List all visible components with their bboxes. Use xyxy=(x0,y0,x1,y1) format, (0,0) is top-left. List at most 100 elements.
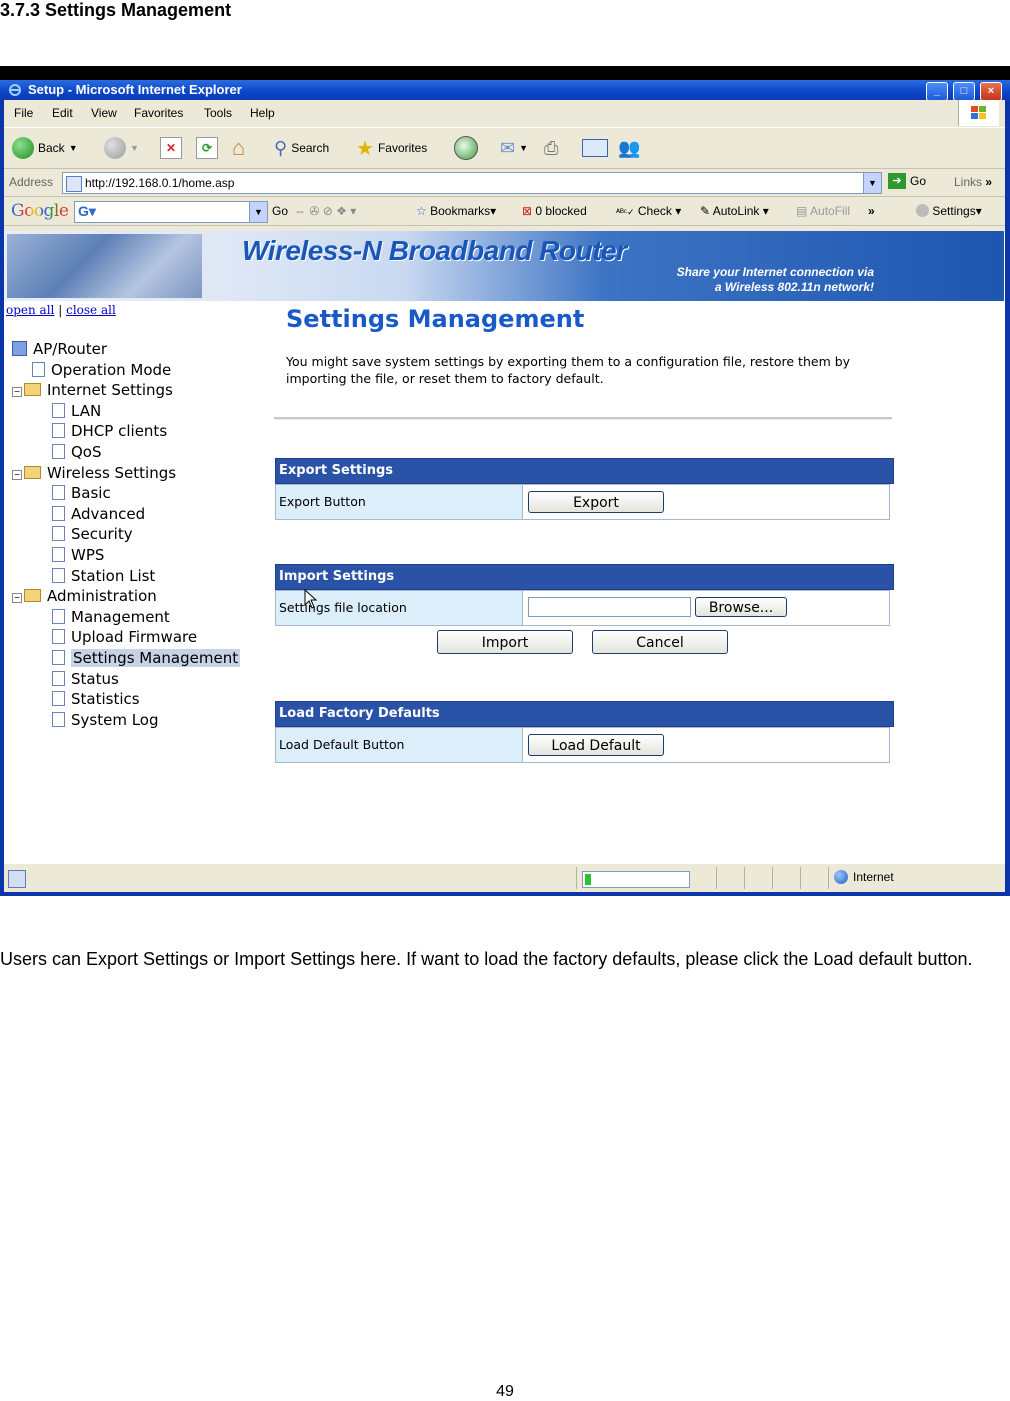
history-button[interactable] xyxy=(454,136,478,160)
go-label: Go xyxy=(910,174,927,188)
google-settings-button[interactable]: Settings▾ xyxy=(916,204,982,218)
tree-item[interactable]: System Log xyxy=(52,710,159,730)
tree-item[interactable]: DHCP clients xyxy=(52,421,167,441)
popup-blocker[interactable]: ⊠ 0 blocked xyxy=(522,204,587,218)
load-default-button[interactable]: Load Default xyxy=(528,734,664,756)
close-button[interactable]: × xyxy=(980,82,1002,101)
tree-item-label: Basic xyxy=(71,484,111,503)
tree-item[interactable]: − Administration xyxy=(12,586,157,606)
back-arrow-icon xyxy=(12,137,34,159)
tree-item[interactable]: QoS xyxy=(52,442,102,462)
tree-item[interactable]: LAN xyxy=(52,401,101,421)
tree-item-label: Security xyxy=(71,525,133,544)
tree-item[interactable]: − Wireless Settings xyxy=(12,463,176,483)
google-tools-icons[interactable]: ⇔ ✇ ⊘ ❖ ▾ xyxy=(294,204,356,218)
tree-item[interactable]: − Internet Settings xyxy=(12,380,173,400)
cancel-button[interactable]: Cancel xyxy=(592,630,728,654)
browse-button[interactable]: Browse... xyxy=(695,597,787,617)
menu-tools[interactable]: Tools xyxy=(204,106,232,120)
page-icon xyxy=(52,567,65,583)
refresh-button[interactable]: ⟳ xyxy=(196,136,218,160)
tree-item-label: Management xyxy=(71,607,170,626)
menu-favorites[interactable]: Favorites xyxy=(134,106,183,120)
import-row: Settings file location Browse... xyxy=(275,590,891,626)
favorites-button[interactable]: ★ Favorites xyxy=(356,136,427,160)
status-separator xyxy=(828,867,829,889)
links-button[interactable]: Links » xyxy=(954,175,992,189)
home-button[interactable]: ⌂ xyxy=(232,135,246,160)
google-logo: Google xyxy=(11,201,69,221)
chevron-right-icon[interactable]: » xyxy=(868,204,875,218)
banner-title: Wireless-N Broadband Router xyxy=(242,235,627,266)
back-label: Back xyxy=(38,141,65,155)
content-description: You might save system settings by export… xyxy=(286,354,851,386)
chevron-down-icon[interactable]: ▼ xyxy=(249,202,267,222)
tree-item[interactable]: Operation Mode xyxy=(32,360,171,380)
address-url: http://192.168.0.1/home.asp xyxy=(85,176,235,190)
standard-toolbar: Back ▼ ▼ ✕ ⟳ ⌂ ⚲ Search ★ Favorites ✉ ▼ … xyxy=(4,127,1005,169)
page-icon xyxy=(52,444,65,459)
mail-button[interactable]: ✉ ▼ xyxy=(500,136,528,160)
tree-item-label: Upload Firmware xyxy=(71,628,198,647)
google-search-input[interactable]: G▾ ▼ xyxy=(74,201,268,223)
page-icon xyxy=(52,423,65,439)
tree-item-label: Station List xyxy=(71,566,156,585)
autolink-button[interactable]: ✎ AutoLink ▾ xyxy=(700,204,769,218)
address-input[interactable]: http://192.168.0.1/home.asp ▼ xyxy=(62,172,882,194)
chevron-down-icon: ▼ xyxy=(68,143,78,153)
tree-item[interactable]: Status xyxy=(52,669,119,689)
tree-item[interactable]: Settings Management xyxy=(52,648,241,668)
page-icon xyxy=(52,485,65,501)
mail-icon: ✉ xyxy=(500,137,516,158)
collapse-toggle-icon[interactable]: − xyxy=(12,593,22,604)
menu-help[interactable]: Help xyxy=(250,106,275,120)
banner-subtitle: Share your Internet connection via a Wir… xyxy=(677,265,874,295)
spellcheck-button[interactable]: ᴬᴮᶜ✓ Check ▾ xyxy=(616,204,681,218)
close-all-link[interactable]: close all xyxy=(66,303,116,317)
collapse-toggle-icon[interactable]: − xyxy=(12,469,22,480)
stop-button[interactable]: ✕ xyxy=(160,136,182,160)
page-icon xyxy=(52,608,65,624)
print-button[interactable]: ⎙ xyxy=(544,136,558,160)
menu-view[interactable]: View xyxy=(91,106,117,120)
maximize-button[interactable]: □ xyxy=(953,82,975,101)
tree-item[interactable]: Basic xyxy=(52,483,111,503)
chevron-right-icon: » xyxy=(985,175,993,189)
mouse-pointer-icon xyxy=(304,589,318,609)
search-button[interactable]: ⚲ Search xyxy=(274,136,329,160)
favorites-label: Favorites xyxy=(377,141,428,155)
tree-item[interactable]: Station List xyxy=(52,566,155,586)
messenger-button[interactable]: 👥 xyxy=(618,136,640,160)
bookmarks-button[interactable]: ☆ Bookmarks▾ xyxy=(416,204,496,218)
forward-button[interactable]: ▼ xyxy=(104,136,139,160)
minimize-button[interactable]: _ xyxy=(926,82,948,101)
settings-file-input[interactable] xyxy=(528,597,691,617)
tree-item[interactable]: Management xyxy=(52,607,170,627)
bookmarks-label: Bookmarks xyxy=(430,204,491,218)
export-settings-heading: Export Settings xyxy=(275,458,894,484)
collapse-toggle-icon[interactable]: − xyxy=(12,387,22,398)
tree-item[interactable]: AP/Router xyxy=(12,339,107,359)
tree-item[interactable]: Advanced xyxy=(52,504,145,524)
home-icon: ⌂ xyxy=(232,135,246,160)
menu-edit[interactable]: Edit xyxy=(52,106,73,120)
go-arrow-icon: ➔ xyxy=(888,173,906,189)
tree-item[interactable]: WPS xyxy=(52,545,104,565)
go-button[interactable]: ➔ Go xyxy=(888,173,926,189)
autolink-icon: ✎ xyxy=(700,204,711,218)
menu-file[interactable]: File xyxy=(14,106,33,120)
edit-button[interactable] xyxy=(582,136,608,160)
page-icon xyxy=(32,361,45,377)
chevron-down-icon[interactable]: ▼ xyxy=(863,173,881,193)
tree-item[interactable]: Statistics xyxy=(52,689,140,709)
google-go-button[interactable]: Go xyxy=(272,204,288,218)
back-button[interactable]: Back ▼ xyxy=(12,136,78,160)
tree-item-label: Internet Settings xyxy=(47,381,173,400)
ie-logo-icon xyxy=(9,84,21,96)
open-all-link[interactable]: open all xyxy=(6,303,54,317)
import-button[interactable]: Import xyxy=(437,630,573,654)
export-button[interactable]: Export xyxy=(528,491,664,513)
tree-item[interactable]: Security xyxy=(52,524,133,544)
tree-item[interactable]: Upload Firmware xyxy=(52,627,197,647)
autofill-button[interactable]: ▤ AutoFill xyxy=(796,204,850,218)
